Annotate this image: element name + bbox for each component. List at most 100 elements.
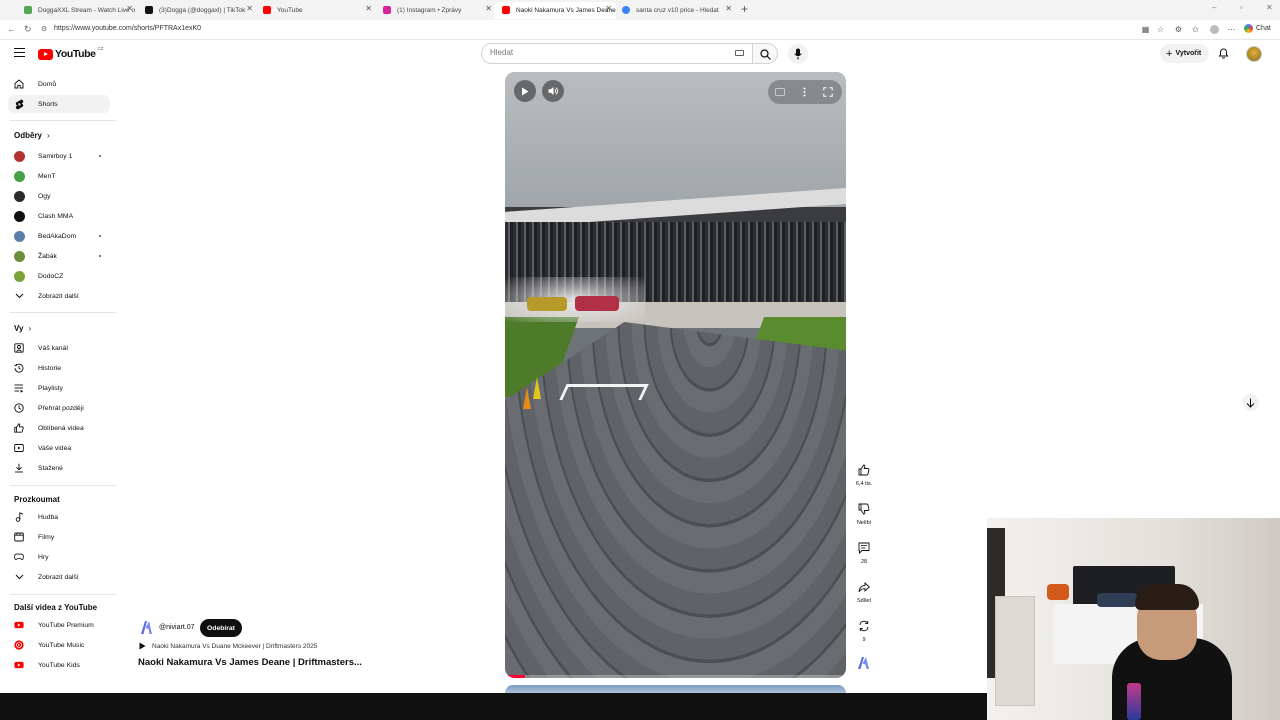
browser-tab-6[interactable]: santa cruz v10 price - Hledat ✕ [614, 2, 736, 19]
sidebar-item-label: Shorts [38, 100, 58, 108]
search-input[interactable] [490, 48, 720, 57]
chat-label: Chat [1256, 25, 1271, 32]
play-button[interactable] [514, 80, 536, 102]
voice-search-button[interactable] [788, 44, 808, 64]
subtitles-icon[interactable] [774, 86, 786, 98]
sidebar-item-subscription[interactable]: BedAkaDom [8, 227, 110, 245]
sidebar-divider [10, 312, 116, 313]
chevron-down-icon [14, 572, 24, 582]
search-icon [760, 49, 771, 60]
sidebar-item-youtube-premium[interactable]: YouTube Premium [8, 616, 110, 634]
sidebar-item-show-more[interactable]: Zobrazit další [8, 568, 110, 586]
site-info-icon[interactable]: ⚙ [41, 25, 47, 33]
search-button[interactable] [752, 43, 778, 64]
refresh-icon[interactable]: ↻ [24, 24, 32, 35]
browser-tab-1[interactable]: DoggaXXL Stream - Watch Live o ✕ [16, 2, 137, 19]
tab-close-icon[interactable]: ✕ [246, 4, 253, 13]
sidebar-item-subscription[interactable]: Samirboy 1 [8, 147, 110, 165]
tab-label: santa cruz v10 price - Hledat [636, 7, 719, 14]
sidebar-item-label: Clash MMA [38, 212, 74, 220]
sidebar-item-show-more[interactable]: Zobrazit další [8, 287, 110, 305]
comments-button[interactable]: 28 [852, 538, 876, 565]
sidebar-item-youtube-music[interactable]: YouTube Music [8, 636, 110, 654]
sidebar-item-your-channel[interactable]: Váš kanál [8, 339, 110, 357]
keyboard-icon[interactable] [735, 50, 744, 56]
tab-close-icon[interactable]: ✕ [485, 4, 492, 13]
sidebar-item-label: Vaše videa [38, 444, 72, 452]
sidebar-item-youtube-kids[interactable]: YouTube Kids [8, 656, 110, 674]
apps-grid-icon[interactable]: ▦ [1141, 25, 1150, 34]
tab-label: DoggaXXL Stream - Watch Live o [38, 7, 136, 14]
subscribe-button[interactable]: Odebírat [200, 619, 242, 637]
short-title[interactable]: Naoki Nakamura Vs James Deane | Driftmas… [138, 657, 362, 668]
url-field[interactable]: https://www.youtube.com/shorts/PFTRAx1ex… [54, 25, 201, 32]
tab-close-icon[interactable]: ✕ [126, 4, 133, 13]
sidebar-item-subscription[interactable]: Clash MMA [8, 207, 110, 225]
play-small-icon [139, 642, 146, 650]
create-button[interactable]: + Vytvořit [1160, 44, 1210, 63]
channel-avatar [14, 210, 25, 222]
browser-tab-5-active[interactable]: Naoki Nakamura Vs James Deane ✕ [494, 2, 616, 19]
music-icon [14, 512, 24, 522]
sidebar-item-movies[interactable]: Filmy [8, 528, 110, 546]
sidebar-item-subscription[interactable]: Ogy [8, 187, 110, 205]
channel-handle[interactable]: @niviart.07 [159, 624, 195, 631]
sidebar-item-subscription[interactable]: MenT [8, 167, 110, 185]
hamburger-menu-icon[interactable] [14, 48, 25, 58]
shorts-video-player[interactable] [505, 72, 846, 678]
sidebar-item-shorts[interactable]: Shorts [8, 95, 110, 113]
tab-close-icon[interactable]: ✕ [725, 4, 732, 13]
maximize-icon[interactable]: ▫ [1240, 3, 1243, 12]
youtube-logo[interactable]: YouTube CZ [38, 46, 104, 60]
like-button[interactable]: 6,4 tis. [852, 460, 876, 487]
sidebar-item-home[interactable]: Domů [8, 75, 110, 93]
share-button[interactable]: Sdílet [852, 577, 876, 604]
browser-tab-3[interactable]: YouTube ✕ [255, 2, 376, 19]
account-avatar[interactable] [1246, 46, 1262, 62]
remix-button[interactable]: 9 [852, 616, 876, 643]
favorite-star-icon[interactable]: ☆ [1156, 25, 1165, 34]
sound-link[interactable]: Naoki Nakamura Vs Duane Mckeever | Drift… [139, 642, 317, 650]
window-close-icon[interactable]: ✕ [1266, 3, 1273, 12]
tab-close-icon[interactable]: ✕ [605, 4, 612, 13]
new-tab-plus-icon[interactable]: + [741, 2, 748, 16]
copilot-chat-button[interactable]: Chat [1244, 24, 1271, 33]
favorites-icon[interactable]: ✩ [1191, 25, 1200, 34]
tab-close-icon[interactable]: ✕ [365, 4, 372, 13]
sidebar-item-your-videos[interactable]: Vaše videa [8, 439, 110, 457]
sidebar-item-playlists[interactable]: Playlisty [8, 379, 110, 397]
sidebar-item-gaming[interactable]: Hry [8, 548, 110, 566]
dislike-button[interactable]: Nelíbí [852, 499, 876, 526]
you-header[interactable]: Vy › [14, 324, 31, 333]
browser-tab-4[interactable]: (1) Instagram • Zprávy ✕ [375, 2, 496, 19]
extensions-icon[interactable]: ⚙ [1174, 25, 1183, 34]
play-icon [522, 87, 529, 95]
sidebar-item-subscription[interactable]: DodoCZ [8, 267, 110, 285]
profile-icon[interactable] [1210, 25, 1219, 34]
sidebar-item-watch-later[interactable]: Přehrát později [8, 399, 110, 417]
sidebar-item-subscription[interactable]: Žabák [8, 247, 110, 265]
video-progress-bar[interactable] [505, 675, 846, 678]
webcam-pillow [1097, 593, 1137, 607]
video-progress-fill [505, 675, 526, 678]
notifications-bell-icon[interactable] [1218, 47, 1229, 59]
volume-button[interactable] [542, 80, 564, 102]
minimize-icon[interactable]: – [1212, 3, 1216, 12]
fullscreen-icon[interactable] [822, 86, 834, 98]
sidebar-item-downloads[interactable]: Stažené [8, 459, 110, 477]
sidebar-item-history[interactable]: Historie [8, 359, 110, 377]
sound-source-channel-icon[interactable] [857, 656, 870, 670]
channel-avatar [14, 270, 25, 282]
back-icon[interactable]: ← [7, 24, 16, 34]
next-short-button[interactable] [1242, 394, 1259, 411]
more-menu-icon[interactable]: ⋯ [1227, 25, 1236, 34]
channel-logo-icon[interactable] [140, 620, 153, 635]
search-box[interactable] [481, 43, 752, 64]
explore-header: Prozkoumat [14, 495, 60, 504]
sidebar-item-liked-videos[interactable]: Oblíbená videa [8, 419, 110, 437]
sidebar-item-label: Zobrazit další [38, 292, 79, 300]
more-options-icon[interactable] [798, 86, 810, 98]
browser-tab-2[interactable]: (3)Dogga (@doggaxl) | TikTok ✕ [137, 2, 257, 19]
sidebar-item-music[interactable]: Hudba [8, 508, 110, 526]
subscriptions-header[interactable]: Odběry › [14, 131, 50, 140]
